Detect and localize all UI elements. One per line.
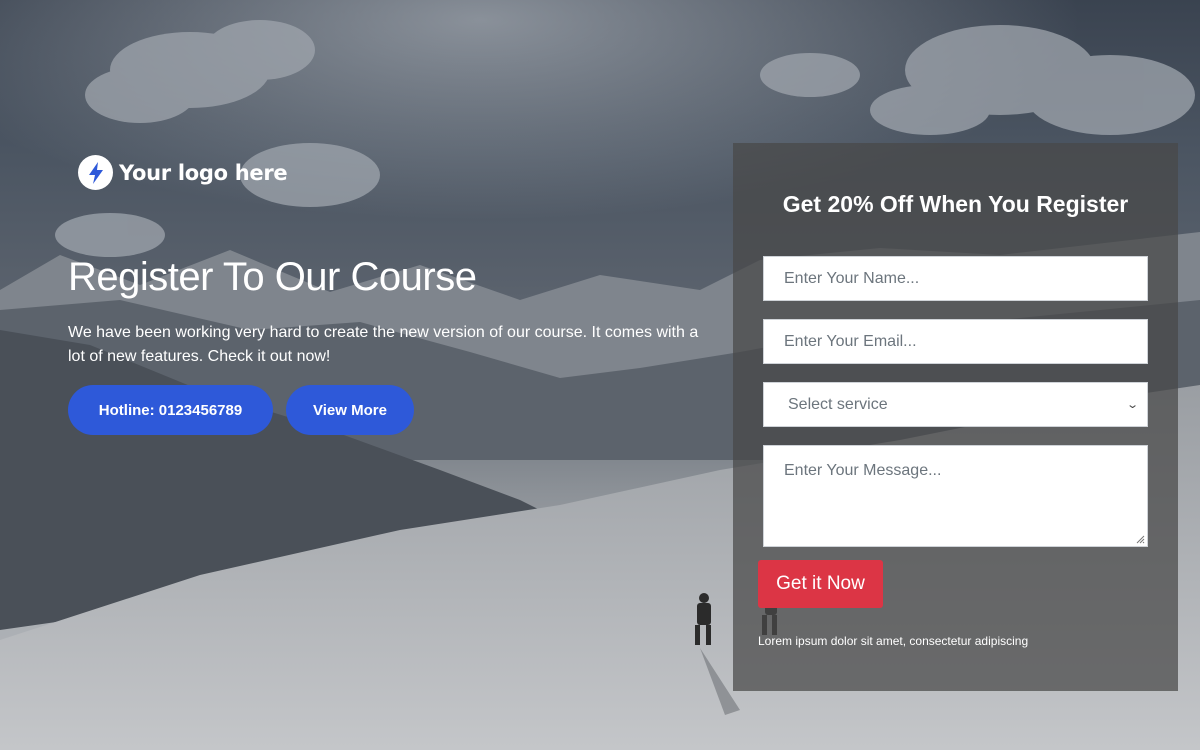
service-select[interactable]: Select service ⌄ [763,382,1148,427]
submit-button[interactable]: Get it Now [758,560,883,608]
hotline-button[interactable]: Hotline: 0123456789 [68,385,273,435]
hero-description: We have been working very hard to create… [68,324,699,365]
logo-text: Your logo here [119,160,288,185]
service-selected-value: Select service [788,395,888,413]
hero-section: Your logo here Register To Our Course We… [0,0,1200,750]
name-field[interactable]: Enter Your Name... [763,256,1148,301]
brand-logo[interactable]: Your logo here [78,155,288,190]
page-title: Register To Our Course [68,255,477,299]
message-placeholder: Enter Your Message... [784,462,942,479]
registration-form: Get 20% Off When You Register Enter Your… [733,143,1178,691]
email-placeholder: Enter Your Email... [784,332,917,350]
email-field[interactable]: Enter Your Email... [763,319,1148,364]
name-placeholder: Enter Your Name... [784,269,920,287]
view-more-button[interactable]: View More [286,385,414,435]
form-footnote: Lorem ipsum dolor sit amet, consectetur … [758,634,1029,648]
lightning-bolt-icon [78,155,113,190]
form-title: Get 20% Off When You Register [782,191,1129,217]
resize-handle-icon[interactable] [1136,535,1145,544]
chevron-down-icon: ⌄ [1125,399,1139,411]
message-field[interactable]: Enter Your Message... [763,445,1148,547]
